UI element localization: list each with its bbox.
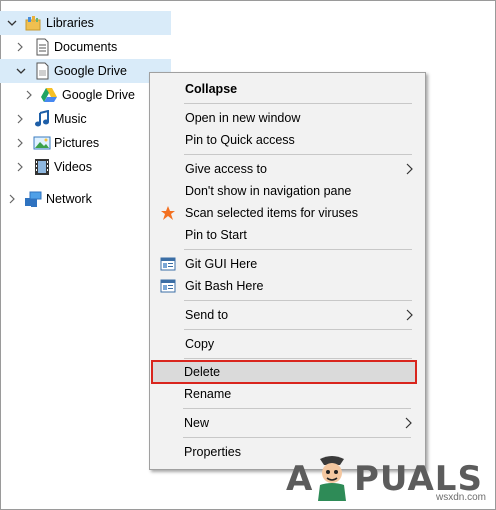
menu-item-git-gui[interactable]: Git GUI Here: [151, 253, 424, 275]
tree-item-label: Google Drive: [54, 64, 127, 78]
tree-item-label: Libraries: [46, 16, 94, 30]
chevron-right-icon: [406, 309, 413, 321]
git-gui-icon: [160, 257, 176, 271]
chevron-down-icon[interactable]: [15, 65, 27, 77]
chevron-right-icon[interactable]: [14, 137, 26, 149]
menu-item-dont-show[interactable]: Don't show in navigation pane: [151, 180, 424, 202]
menu-item-scan[interactable]: Scan selected items for viruses: [151, 202, 424, 224]
tree-item-label: Videos: [54, 160, 92, 174]
videos-icon: [33, 158, 51, 176]
menu-item-label: Send to: [185, 308, 229, 322]
menu-separator: [184, 329, 412, 330]
tree-item-music[interactable]: Music: [0, 107, 171, 131]
chevron-right-icon[interactable]: [6, 193, 18, 205]
tree-item-label: Pictures: [54, 136, 100, 150]
chevron-right-icon[interactable]: [14, 41, 26, 53]
menu-separator: [184, 300, 412, 301]
menu-item-label: Git GUI Here: [185, 257, 258, 271]
context-menu: Collapse Open in new window Pin to Quick…: [149, 72, 426, 470]
tree-item-label: Music: [54, 112, 87, 126]
menu-item-label: Give access to: [185, 162, 267, 176]
tree-item-pictures[interactable]: Pictures: [0, 131, 171, 155]
menu-item-label: Don't show in navigation pane: [185, 184, 352, 198]
menu-item-copy[interactable]: Copy: [151, 333, 424, 355]
menu-item-label: Copy: [185, 337, 215, 351]
tree-item-google-drive[interactable]: Google Drive: [0, 83, 171, 107]
menu-separator: [184, 103, 412, 104]
menu-item-pin-quick-access[interactable]: Pin to Quick access: [151, 129, 424, 151]
menu-item-send-to[interactable]: Send to: [151, 304, 424, 326]
menu-item-pin-start[interactable]: Pin to Start: [151, 224, 424, 246]
tree-item-videos[interactable]: Videos: [0, 155, 171, 179]
tree-item-google-drive-library[interactable]: Google Drive: [0, 59, 171, 83]
menu-separator: [184, 358, 412, 359]
tree-item-label: Network: [46, 192, 92, 206]
chevron-right-icon[interactable]: [14, 161, 26, 173]
chevron-right-icon: [406, 163, 413, 175]
appuals-watermark: A PUALS wsxdn.com: [284, 455, 490, 503]
menu-separator: [184, 249, 412, 250]
documents-icon: [33, 38, 51, 56]
network-icon: [24, 190, 42, 208]
menu-item-label: Delete: [184, 365, 221, 379]
chevron-right-icon[interactable]: [14, 113, 26, 125]
tree-item-documents[interactable]: Documents: [0, 35, 171, 59]
tree-item-label: Google Drive: [62, 88, 135, 102]
menu-item-git-bash[interactable]: Git Bash Here: [151, 275, 424, 297]
menu-item-collapse[interactable]: Collapse: [151, 78, 424, 100]
google-drive-library-icon: [33, 62, 51, 80]
tree-item-network[interactable]: Network: [0, 187, 171, 211]
menu-item-give-access[interactable]: Give access to: [151, 158, 424, 180]
menu-item-label: Pin to Quick access: [185, 133, 295, 147]
menu-separator: [184, 154, 412, 155]
menu-item-label: Pin to Start: [185, 228, 247, 242]
antivirus-icon: [161, 206, 175, 220]
chevron-right-icon[interactable]: [23, 89, 35, 101]
git-bash-icon: [160, 279, 176, 293]
tree-item-libraries[interactable]: Libraries: [0, 11, 171, 35]
menu-item-label: Collapse: [185, 82, 238, 96]
chevron-down-icon[interactable]: [6, 17, 18, 29]
music-icon: [33, 110, 51, 128]
menu-item-label: Open in new window: [185, 111, 301, 125]
libraries-icon: [24, 14, 42, 32]
menu-item-delete[interactable]: Delete: [151, 360, 417, 384]
menu-item-label: Scan selected items for viruses: [185, 206, 358, 220]
mascot-icon: [318, 456, 346, 501]
menu-item-label: Git Bash Here: [185, 279, 264, 293]
pictures-icon: [33, 134, 51, 152]
menu-item-open-new-window[interactable]: Open in new window: [151, 107, 424, 129]
google-drive-icon: [40, 86, 58, 104]
watermark-site: wsxdn.com: [435, 492, 486, 503]
tree-item-label: Documents: [54, 40, 118, 54]
